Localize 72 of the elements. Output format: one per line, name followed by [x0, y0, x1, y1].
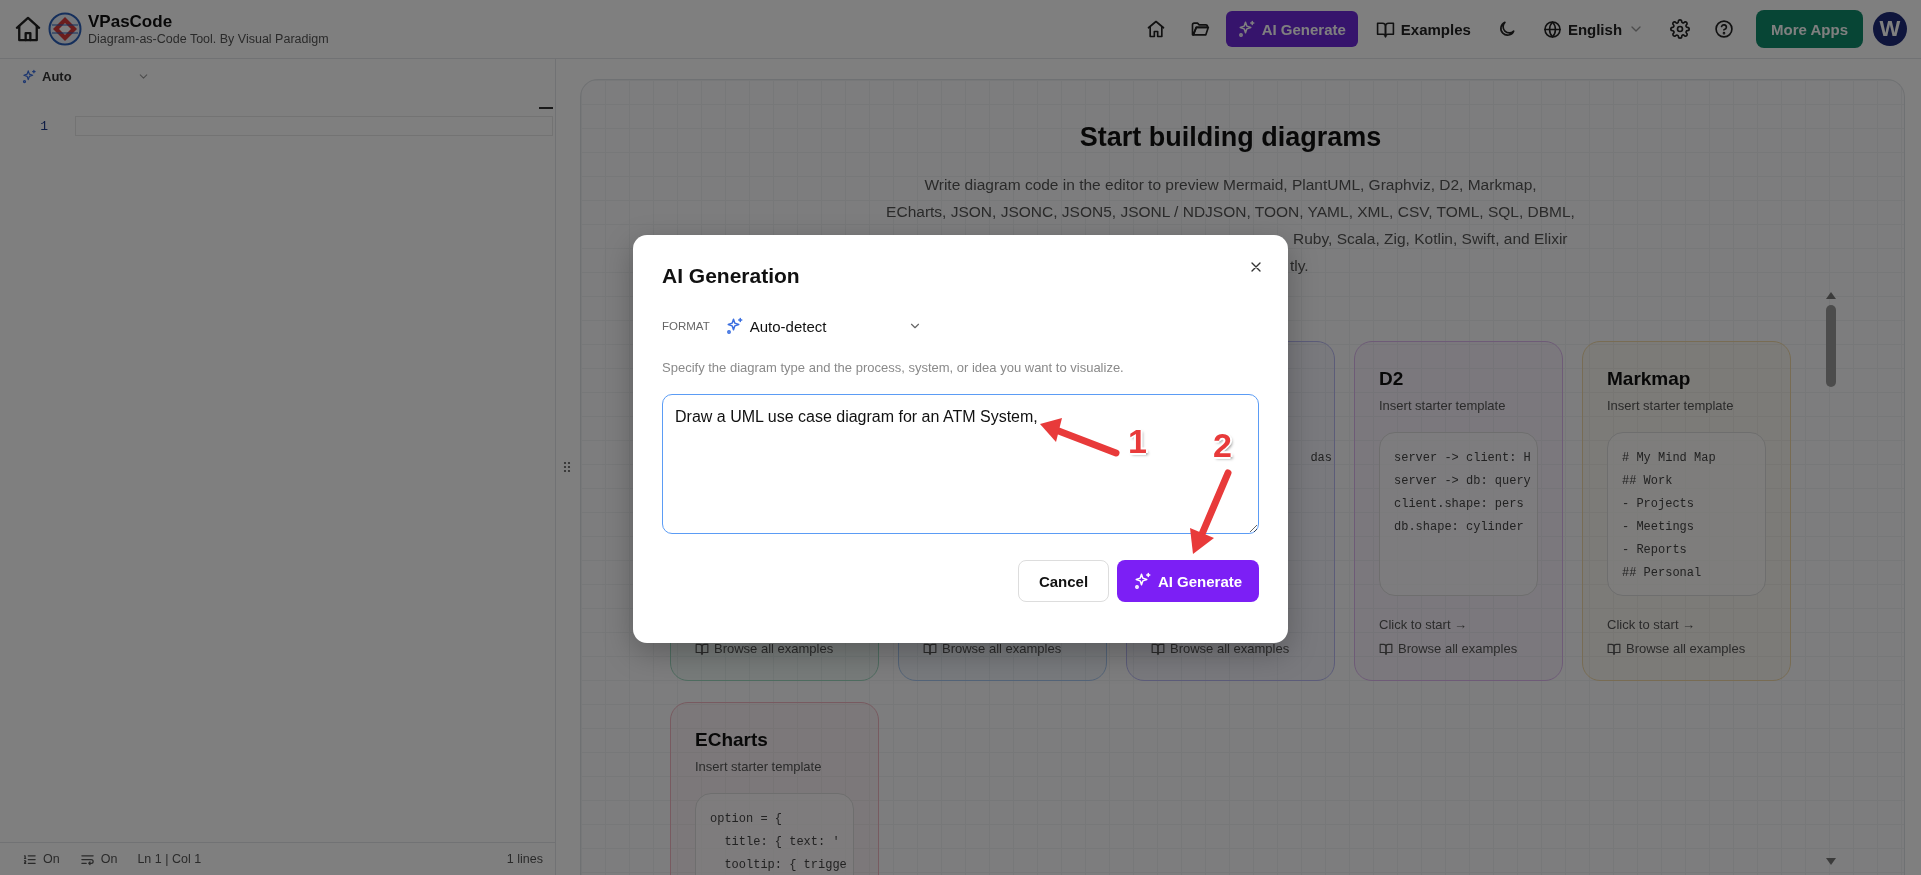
house-icon — [14, 15, 42, 43]
home-icon — [1145, 19, 1166, 39]
code-line: - Projects — [1622, 496, 1695, 513]
mode-select[interactable]: Auto — [22, 68, 150, 84]
line-count: 1 lines — [506, 852, 543, 866]
book-icon — [1151, 641, 1165, 656]
page-heading: Start building diagrams — [1078, 122, 1383, 153]
more-apps-button[interactable]: More Apps — [1756, 10, 1863, 48]
code-line: - Reports — [1622, 542, 1688, 559]
sparkle-icon — [725, 317, 744, 335]
book-icon — [923, 641, 937, 656]
generate-button[interactable]: AI Generate — [1117, 560, 1259, 602]
code-line: client.shape: pers — [1394, 496, 1525, 513]
card-title: Markmap — [1607, 368, 1692, 390]
code-line: option = { — [710, 811, 783, 828]
globe-icon — [1542, 19, 1562, 39]
card-subtitle: Insert starter template — [695, 759, 823, 774]
sparkle-icon — [1133, 572, 1152, 590]
code-line: server -> db: query — [1394, 473, 1532, 490]
browse-examples-link[interactable]: Browse all examples — [1607, 641, 1746, 656]
app-tagline: Diagram-as-Code Tool. By Visual Paradigm — [88, 32, 329, 46]
code-line: title: { text: ' — [723, 834, 841, 851]
card-subtitle: Insert starter template — [1379, 398, 1507, 413]
browse-examples-link[interactable]: Browse all examples — [1151, 641, 1290, 656]
code-line: db.shape: cylinder — [1394, 519, 1525, 536]
help-icon — [1714, 19, 1735, 39]
start-link[interactable]: Click to start → — [1379, 617, 1468, 632]
code-line: # My Mind Map — [1622, 450, 1717, 467]
field-label: FORMAT — [662, 320, 710, 332]
sparkle-icon — [22, 68, 37, 84]
format-select[interactable]: Auto-detect — [725, 317, 922, 335]
card-subtitle: Insert starter template — [1607, 398, 1735, 413]
code-line: tooltip: { trigge — [723, 857, 848, 874]
language-select[interactable]: English — [1532, 11, 1655, 47]
app-title: VPasCode — [88, 12, 174, 32]
cancel-button[interactable]: Cancel — [1018, 560, 1109, 602]
description-text: tly. — [1290, 256, 1309, 276]
line-numbers-toggle[interactable]: On — [22, 851, 60, 867]
settings-icon — [1670, 19, 1691, 39]
book-icon — [1607, 641, 1621, 656]
line-number: 1 — [39, 118, 49, 134]
description-text: Write diagram code in the editor to preview Mermaid, PlantUML, Graphviz, D2, Markmap, — [924, 175, 1537, 195]
examples-button[interactable]: Examples — [1365, 11, 1481, 47]
dialog-title: AI Generation — [662, 264, 800, 288]
ai-generate-button[interactable]: AI Generate — [1225, 11, 1358, 47]
book-icon — [1375, 19, 1395, 39]
book-icon — [695, 641, 709, 656]
sparkle-icon — [1237, 20, 1256, 38]
card-title: D2 — [1379, 368, 1405, 390]
annotation-number: 1 — [1128, 424, 1147, 458]
description-text: Ruby, Scala, Zig, Kotlin, Swift, and Elixir — [1293, 229, 1568, 249]
hint-text: Specify the diagram type and the process, system, or idea you want to visualize. — [662, 360, 1125, 375]
browse-examples-link[interactable]: Browse all examples — [923, 641, 1062, 656]
code-line: server -> client: H — [1394, 450, 1532, 467]
browse-examples-link[interactable]: Browse all examples — [1379, 641, 1518, 656]
card-title: ECharts — [695, 729, 769, 751]
book-icon — [1379, 641, 1393, 656]
resize-handle[interactable] — [563, 461, 571, 473]
annotation-number: 2 — [1213, 428, 1232, 462]
browse-examples-link[interactable]: Browse all examples — [695, 641, 834, 656]
description-text: ECharts, JSON, JSONC, JSON5, JSONL / NDJSON, TOON, YAML, XML, CSV, TOML, SQL, DBML, — [886, 202, 1575, 222]
user-avatar[interactable]: W — [1873, 12, 1907, 46]
code-line: ## Personal — [1622, 565, 1703, 582]
code-line: ## Work — [1622, 473, 1674, 490]
code-line: das — [1310, 450, 1332, 467]
start-link[interactable]: Click to start → — [1607, 617, 1696, 632]
folder-icon — [1189, 19, 1210, 39]
word-wrap-toggle[interactable]: On — [79, 851, 118, 867]
minimap-marker — [539, 107, 553, 109]
cursor-position: Ln 1 | Col 1 — [137, 852, 202, 866]
logo-icon — [48, 12, 82, 46]
code-line: - Meetings — [1622, 519, 1695, 536]
